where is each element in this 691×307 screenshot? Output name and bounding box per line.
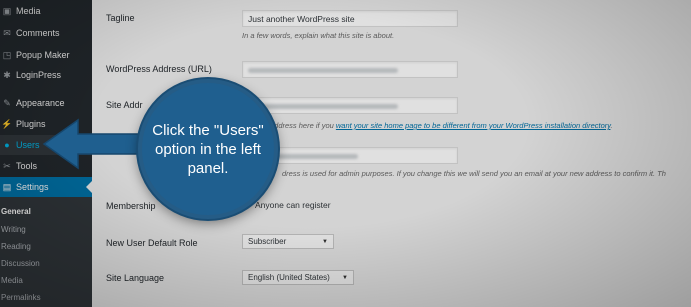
sidebar-item-comments[interactable]: ✉ Comments: [0, 23, 92, 43]
popup-maker-icon: ◳: [2, 49, 12, 60]
blurred-url: [248, 68, 398, 73]
submenu-item-writing[interactable]: Writing: [1, 225, 26, 234]
membership-option-label: Anyone can register: [255, 200, 331, 210]
sidebar-item-label: Settings: [16, 182, 49, 192]
wrench-icon: ✂: [3, 160, 11, 171]
sidebar-item-label: LoginPress: [16, 70, 62, 80]
membership-option[interactable]: Anyone can register: [255, 200, 331, 210]
chevron-down-icon: ▼: [322, 238, 328, 245]
site-language-value: English (United States): [248, 273, 330, 282]
chevron-down-icon: ▼: [342, 274, 348, 281]
settings-submenu: General Writing Reading Discussion Media…: [0, 197, 92, 307]
sidebar-item-label: Tools: [16, 161, 38, 171]
sidebar-item-tools[interactable]: ✂ Tools: [0, 156, 92, 176]
site-language-select[interactable]: English (United States) ▼: [242, 270, 354, 285]
media-icon: ▣: [2, 5, 12, 16]
submenu-item-permalinks[interactable]: Permalinks: [1, 293, 41, 302]
desc-text: .: [610, 121, 613, 130]
instruction-callout: Click the "Users" option in the left pan…: [138, 79, 278, 219]
sidebar-item-settings[interactable]: ▤ Settings: [0, 177, 92, 197]
blurred-url: [248, 104, 398, 109]
sidebar-item-label: Appearance: [16, 98, 65, 108]
paintbrush-icon: ✎: [3, 97, 11, 108]
tagline-description: In a few words, explain what this site i…: [242, 31, 395, 40]
site-address-input[interactable]: [242, 97, 458, 114]
wordpress-address-label: WordPress Address (URL): [106, 64, 212, 74]
default-role-label: New User Default Role: [106, 238, 198, 248]
sidebar-item-label: Users: [16, 140, 40, 150]
callout-text: Click the "Users" option in the left pan…: [152, 121, 264, 177]
submenu-item-media[interactable]: Media: [1, 276, 23, 285]
tagline-input[interactable]: Just another WordPress site: [242, 10, 458, 27]
default-role-value: Subscriber: [248, 237, 287, 246]
sidebar-item-label: Media: [16, 6, 41, 16]
plug-icon: ⚡: [1, 118, 13, 129]
sidebar-item-label: Comments: [16, 28, 60, 38]
wordpress-address-input[interactable]: [242, 61, 458, 78]
site-address-description: address here if you want your site home …: [270, 121, 613, 130]
submenu-item-general[interactable]: General: [1, 207, 31, 216]
sidebar-item-appearance[interactable]: ✎ Appearance: [0, 93, 92, 113]
sidebar-item-media[interactable]: ▣ Media: [0, 1, 92, 21]
gear-icon: ✱: [3, 69, 11, 80]
site-address-label: Site Addr: [106, 100, 143, 110]
sidebar-item-label: Popup Maker: [16, 50, 70, 60]
submenu-item-reading[interactable]: Reading: [1, 242, 31, 251]
desc-text: address here if you: [270, 121, 336, 130]
sidebar-item-plugins[interactable]: ⚡ Plugins: [0, 114, 92, 134]
admin-sidebar: ▣ Media ✉ Comments ◳ Popup Maker ✱ Login…: [0, 0, 92, 307]
sidebar-item-label: Plugins: [16, 119, 46, 129]
site-address-help-link[interactable]: want your site home page to be different…: [336, 121, 611, 130]
sidebar-item-popup-maker[interactable]: ◳ Popup Maker: [0, 45, 92, 65]
submenu-item-discussion[interactable]: Discussion: [1, 259, 40, 268]
site-language-label: Site Language: [106, 273, 165, 283]
sidebar-item-loginpress[interactable]: ✱ LoginPress: [0, 65, 92, 85]
default-role-select[interactable]: Subscriber ▼: [242, 234, 334, 249]
admin-email-description: dress is used for admin purposes. If you…: [282, 169, 666, 178]
settings-icon: ▤: [2, 181, 12, 192]
membership-label: Membership: [106, 201, 156, 211]
user-icon: ●: [4, 140, 10, 150]
sidebar-item-users[interactable]: ● Users: [0, 135, 92, 155]
tagline-label: Tagline: [106, 13, 135, 23]
comments-icon: ✉: [3, 27, 11, 38]
